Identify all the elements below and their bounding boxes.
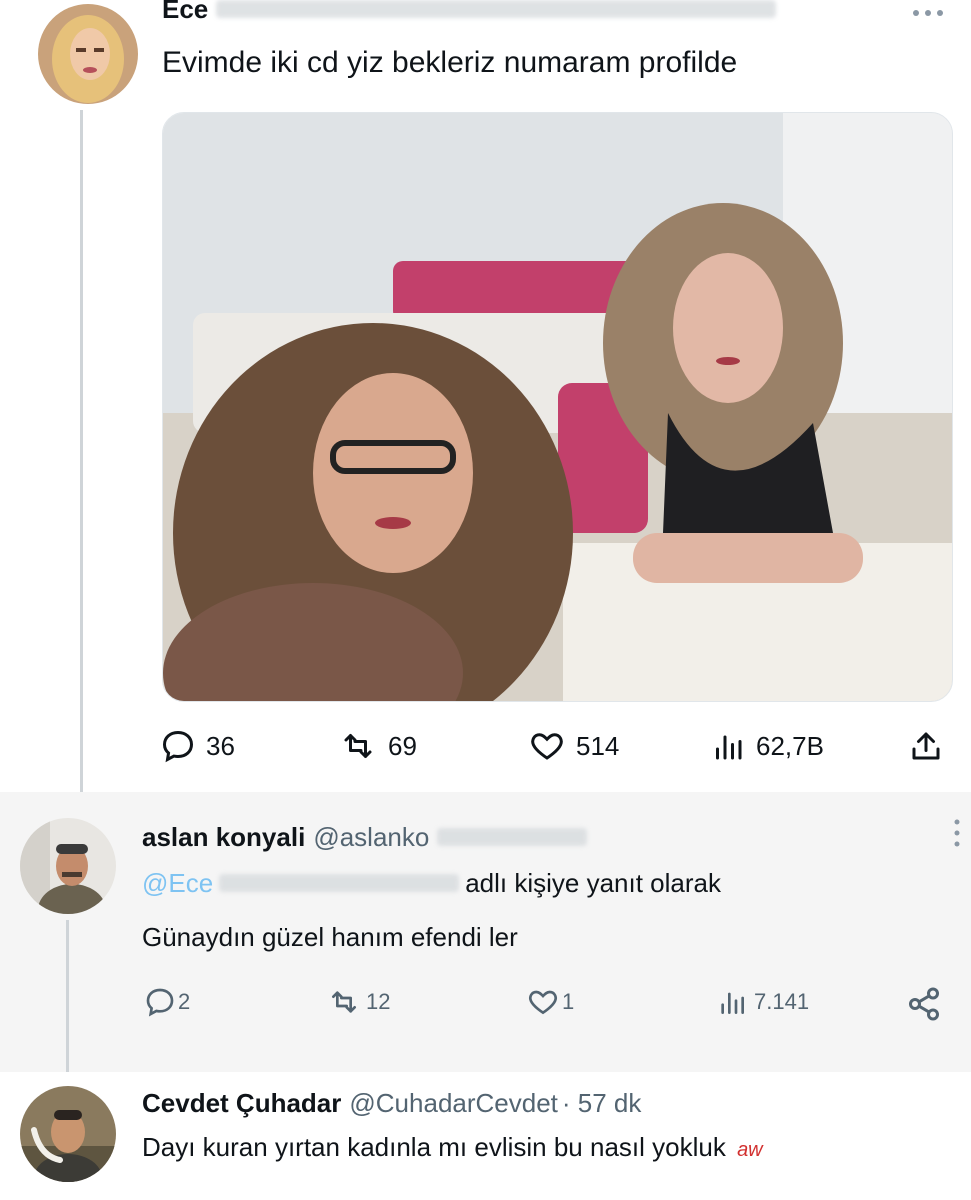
- more-dots-icon[interactable]: [910, 6, 946, 24]
- reply-text: Dayı kuran yırtan kadınla mı evlisin bu …: [142, 1132, 763, 1163]
- reply-action[interactable]: 2: [144, 986, 190, 1018]
- like-action[interactable]: 1: [526, 986, 574, 1018]
- reply-author-handle[interactable]: @aslanko: [313, 822, 429, 853]
- reply-context: @Ece adlı kişiye yanıt olarak: [142, 868, 721, 899]
- heart-icon: [526, 986, 560, 1018]
- author-name-row: Ece: [162, 0, 777, 25]
- bar-chart-icon: [716, 986, 748, 1018]
- like-count: 514: [576, 730, 620, 761]
- reply-author-name[interactable]: Cevdet Çuhadar: [142, 1088, 341, 1119]
- reply-action[interactable]: 36: [160, 728, 235, 764]
- views-action[interactable]: 62,7B: [710, 728, 824, 764]
- bar-chart-icon: [710, 728, 746, 764]
- reply-author-name[interactable]: aslan konyali: [142, 822, 305, 853]
- tweet-photo[interactable]: [162, 112, 953, 702]
- retweet-icon: [326, 986, 362, 1018]
- retweet-count: 69: [388, 730, 417, 761]
- reply-text-tail: aw: [737, 1139, 763, 1161]
- author-avatar[interactable]: [20, 1086, 116, 1182]
- reply-time: · 57 dk: [561, 1088, 642, 1118]
- blurred-handle: [219, 874, 460, 892]
- reply-count: 36: [206, 730, 235, 761]
- retweet-action[interactable]: 12: [326, 986, 390, 1018]
- author-avatar[interactable]: [20, 818, 116, 914]
- reply-text-main: Dayı kuran yırtan kadınla mı evlisin bu …: [142, 1132, 726, 1162]
- thread-line: [66, 920, 69, 1072]
- retweet-count: 12: [366, 989, 391, 1014]
- reply-to-suffix: adlı kişiye yanıt olarak: [465, 868, 721, 898]
- share-action[interactable]: [908, 728, 944, 764]
- heart-icon: [528, 728, 566, 764]
- views-count: 7.141: [754, 989, 810, 1014]
- like-action[interactable]: 514: [528, 728, 619, 764]
- reply-author-handle[interactable]: @CuhadarCevdet: [349, 1088, 558, 1119]
- reply-tweet[interactable]: aslan konyali @aslanko @Ece adlı kişiye …: [0, 792, 971, 1072]
- thread-line: [80, 110, 83, 792]
- share-upload-icon: [908, 728, 944, 764]
- reply-count: 2: [178, 989, 191, 1014]
- retweet-icon: [338, 728, 378, 764]
- views-action[interactable]: 7.141: [716, 986, 809, 1018]
- share-action[interactable]: [906, 986, 942, 1022]
- blurred-handle: [216, 0, 777, 18]
- reply-text: Günaydın güzel hanım efendi ler: [142, 922, 518, 952]
- more-dots-icon[interactable]: [952, 818, 962, 853]
- author-avatar[interactable]: [38, 4, 138, 104]
- reply-name-row: Cevdet Çuhadar @CuhadarCevdet · 57 dk: [142, 1088, 641, 1119]
- speech-bubble-icon: [144, 986, 176, 1018]
- speech-bubble-icon: [160, 728, 196, 764]
- author-name[interactable]: Ece: [162, 0, 208, 25]
- reply-to-handle[interactable]: @Ece: [142, 868, 213, 899]
- main-tweet[interactable]: Ece Evimde iki cd yiz bekleriz numaram p…: [0, 0, 971, 792]
- share-nodes-icon: [906, 986, 942, 1022]
- blurred-time: [437, 828, 588, 846]
- reply-name-row: aslan konyali @aslanko: [142, 822, 588, 853]
- tweet-text: Evimde iki cd yiz bekleriz numaram profi…: [162, 46, 738, 79]
- retweet-action[interactable]: 69: [338, 728, 417, 764]
- like-count: 1: [562, 989, 575, 1014]
- views-count: 62,7B: [756, 730, 824, 761]
- reply-tweet[interactable]: Cevdet Çuhadar @CuhadarCevdet · 57 dk Da…: [0, 1072, 971, 1200]
